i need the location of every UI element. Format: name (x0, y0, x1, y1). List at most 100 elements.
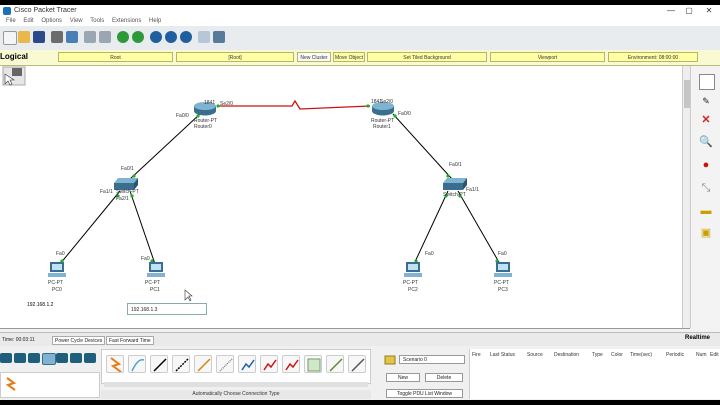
switch0-port-fa21: Fa2/1 (116, 196, 129, 202)
end-devices-category-icon[interactable] (56, 353, 68, 363)
link-switch0-pc1[interactable] (129, 190, 156, 265)
pc3-port: Fa0 (498, 251, 507, 257)
new-scenario-button[interactable]: New (386, 373, 420, 382)
open-folder-icon[interactable] (18, 31, 30, 43)
fiber-icon[interactable] (194, 355, 212, 373)
pc1[interactable] (147, 262, 165, 280)
menu-file[interactable]: File (6, 17, 16, 26)
coaxial-icon[interactable] (238, 355, 256, 373)
menu-tools[interactable]: Tools (90, 17, 104, 26)
copper-straight-icon[interactable] (150, 355, 168, 373)
drawing-palette-icon[interactable] (198, 31, 210, 43)
connection-list-scrollbar[interactable] (104, 382, 368, 387)
serial-dce-icon[interactable] (260, 355, 278, 373)
switch1-type: Switch-PT (443, 192, 466, 198)
close-button[interactable]: ✕ (700, 5, 718, 17)
link-router1-switch1[interactable] (392, 113, 453, 180)
scenario-select[interactable]: Scenario 0 (399, 355, 465, 364)
root-path-button[interactable]: [Root] (176, 52, 294, 62)
activity-wizard-icon[interactable] (66, 31, 78, 43)
environment-button[interactable]: Environment: 08:00:00 (608, 52, 698, 62)
pc2-hostname: PC2 (408, 287, 418, 293)
fast-forward-button[interactable]: Fast Forward Time (106, 336, 154, 345)
pc0[interactable] (48, 262, 66, 280)
new-file-icon[interactable] (3, 31, 17, 45)
resize-icon[interactable]: ⤡ (699, 181, 713, 195)
menu-options[interactable]: Options (41, 17, 62, 26)
menu-edit[interactable]: Edit (23, 17, 33, 26)
new-cluster-button[interactable]: New Cluster (297, 52, 331, 62)
copper-cross-icon[interactable] (172, 355, 190, 373)
hubs-category-icon[interactable] (28, 353, 40, 363)
select-icon[interactable] (699, 74, 715, 90)
zoom-out-icon[interactable] (180, 31, 192, 43)
auto-connection-icon[interactable] (106, 355, 124, 373)
viewport-button[interactable]: Viewport (490, 52, 605, 62)
window-title: Cisco Packet Tracer (14, 7, 77, 14)
note-edit-box[interactable]: 192.168.1.3 (127, 303, 207, 315)
title-bar: Cisco Packet Tracer — ▢ ✕ (0, 5, 720, 17)
draw-shape-icon[interactable]: ▣ (699, 226, 713, 240)
link-router0-switch0[interactable] (129, 113, 201, 180)
save-icon[interactable] (33, 31, 45, 43)
logical-workspace-label[interactable]: Logical (0, 52, 28, 61)
link-switch0-pc0[interactable] (59, 190, 121, 265)
print-icon[interactable] (51, 31, 63, 43)
phone-cable-icon[interactable] (216, 355, 234, 373)
place-note-icon[interactable]: ✎ (699, 94, 713, 108)
connection-bolt-icon[interactable] (4, 377, 18, 391)
col-destination: Destination (554, 352, 580, 358)
paste-icon[interactable] (99, 31, 111, 43)
pc2[interactable] (404, 262, 422, 280)
pc3[interactable] (494, 262, 512, 280)
redo-icon[interactable] (132, 31, 144, 43)
delete-icon[interactable]: ✕ (699, 113, 713, 127)
custom-devices-icon[interactable] (213, 31, 225, 43)
overview-icon[interactable] (2, 66, 26, 86)
complex-pdu-icon[interactable]: ▬ (699, 204, 713, 218)
zoom-reset-icon[interactable] (165, 31, 177, 43)
scenario-pdu-icon (384, 355, 396, 365)
connections-category-icon[interactable] (42, 353, 56, 365)
realtime-mode-label[interactable]: Realtime (685, 335, 710, 341)
serial-dte-icon[interactable] (282, 355, 300, 373)
switches-category-icon[interactable] (14, 353, 26, 363)
col-source: Source (527, 352, 543, 358)
delete-scenario-button[interactable]: Delete (425, 373, 463, 382)
set-tiled-background-button[interactable]: Set Tiled Background (367, 52, 487, 62)
multiuser-category-icon[interactable] (84, 353, 96, 363)
undo-icon[interactable] (117, 31, 129, 43)
pc0-ip-note[interactable]: 192.168.1.2 (27, 302, 53, 308)
router1-port-se20: Se2/0 (380, 99, 394, 105)
root-button[interactable]: Root (58, 52, 173, 62)
serial-link-router0-router1[interactable] (217, 99, 371, 110)
menu-help[interactable]: Help (149, 17, 161, 26)
logical-workspace-canvas[interactable]: Fa0/0 Se2/0 1841 Router-PT Router0 1841 … (0, 66, 690, 329)
usb-cable-icon[interactable] (348, 355, 366, 373)
menu-view[interactable]: View (70, 17, 83, 26)
col-fire: Fire (472, 352, 481, 358)
zoom-in-icon[interactable] (150, 31, 162, 43)
connection-type-label: Automatically Choose Connection Type (101, 390, 371, 399)
router0-hostname: Router0 (194, 124, 212, 130)
power-cycle-button[interactable]: Power Cycle Devices (52, 336, 106, 345)
router0-port-fa00: Fa0/0 (176, 113, 189, 119)
minimize-button[interactable]: — (662, 5, 680, 17)
wan-emulation-category-icon[interactable] (70, 353, 82, 363)
maximize-button[interactable]: ▢ (680, 5, 698, 17)
toggle-pdu-list-button[interactable]: Toggle PDU List Window (386, 389, 463, 398)
copy-icon[interactable] (84, 31, 96, 43)
iot-custom-cable-icon[interactable] (326, 355, 344, 373)
move-object-button[interactable]: Move Object (333, 52, 365, 62)
device-categories (0, 349, 100, 371)
simple-pdu-icon[interactable]: ● (699, 158, 713, 172)
routers-category-icon[interactable] (0, 353, 12, 363)
octal-cable-icon[interactable] (304, 355, 322, 373)
inspect-icon[interactable]: 🔍 (699, 135, 713, 149)
right-toolbar: ✎ ✕ 🔍 ● ⤡ ▬ ▣ (690, 66, 720, 328)
link-switch1-pc3[interactable] (457, 190, 501, 265)
pc1-hostname: PC1 (150, 287, 160, 293)
console-cable-icon[interactable] (128, 355, 146, 373)
menu-extensions[interactable]: Extensions (112, 17, 141, 26)
switch1[interactable] (443, 178, 467, 193)
